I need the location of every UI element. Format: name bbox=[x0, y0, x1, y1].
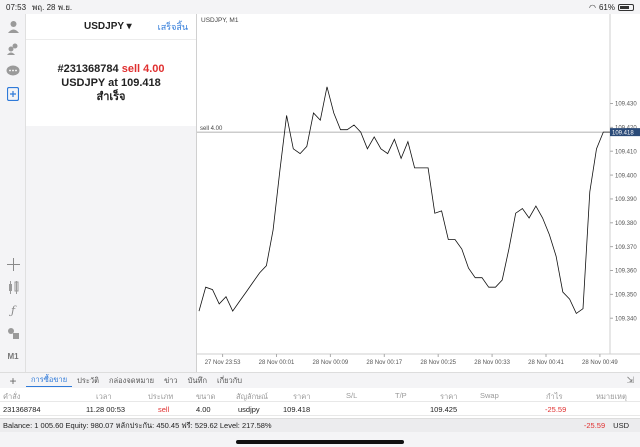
cell-volume: 4.00 bbox=[196, 405, 211, 414]
cell-order: 231368784 bbox=[3, 405, 41, 414]
trade-price-line: USDJPY at 109.418 bbox=[26, 76, 196, 90]
y-tick-label: 109.340 bbox=[615, 316, 637, 322]
trade-price-prefix: USDJPY at bbox=[61, 77, 118, 89]
accounts-icon[interactable] bbox=[5, 40, 21, 56]
done-button[interactable]: เสร็จสิ้น bbox=[158, 20, 188, 34]
x-tick-label: 28 Nov 00:41 bbox=[528, 360, 564, 366]
battery-percent: 61% bbox=[598, 2, 615, 12]
add-icon[interactable]: + bbox=[0, 374, 26, 388]
orders-table: คำสั่ง เวลา ประเภท ขนาด สัญลักษณ์ ราคา S… bbox=[0, 388, 640, 418]
tab-mailbox[interactable]: กล่องจดหมาย bbox=[104, 375, 159, 387]
indicators-icon[interactable] bbox=[5, 279, 21, 295]
resize-panel-icon[interactable]: ⇲ bbox=[626, 375, 634, 386]
wifi-icon: ◠ bbox=[589, 2, 596, 12]
table-header: คำสั่ง เวลา ประเภท ขนาด สัญลักษณ์ ราคา S… bbox=[0, 388, 640, 402]
tab-journal[interactable]: บันทึก bbox=[183, 375, 212, 387]
trade-result-panel: USDJPY ▾ เสร็จสิ้น #231368784 sell 4.00 … bbox=[26, 14, 196, 126]
x-tick-label: 28 Nov 00:25 bbox=[420, 360, 456, 366]
trade-result-body: #231368784 sell 4.00 USDJPY at 109.418 ส… bbox=[26, 40, 196, 104]
x-tick-label: 28 Nov 00:33 bbox=[474, 360, 510, 366]
currency: USD bbox=[613, 421, 629, 430]
trade-panel-header: USDJPY ▾ เสร็จสิ้น bbox=[26, 14, 196, 40]
tab-news[interactable]: ข่าว bbox=[159, 375, 183, 387]
toolbox-tabs: + การซื้อขาย ประวัติ กล่องจดหมาย ข่าว บั… bbox=[0, 372, 640, 388]
balance-total: -25.59 USD bbox=[584, 421, 637, 430]
price-chart[interactable]: USDJPY, M1109.430109.420109.410109.40010… bbox=[196, 14, 640, 372]
y-tick-label: 109.390 bbox=[615, 197, 637, 203]
x-tick-label: 28 Nov 00:09 bbox=[313, 360, 349, 366]
new-order-icon[interactable] bbox=[5, 86, 21, 102]
chart-svg[interactable]: USDJPY, M1109.430109.420109.410109.40010… bbox=[197, 14, 640, 372]
left-toolbar: ƒ M1 bbox=[0, 14, 26, 372]
y-tick-label: 109.400 bbox=[615, 173, 637, 179]
trade-ticket-line: #231368784 sell 4.00 bbox=[26, 62, 196, 76]
y-tick-label: 109.360 bbox=[615, 269, 637, 275]
objects-icon[interactable] bbox=[5, 325, 21, 341]
cell-profit: -25.59 bbox=[545, 405, 567, 414]
symbol-selector[interactable]: USDJPY ▾ bbox=[34, 21, 158, 32]
cell-type: sell bbox=[158, 405, 170, 414]
y-tick-label: 109.410 bbox=[615, 149, 637, 155]
trade-price: 109.418 bbox=[120, 77, 161, 89]
x-tick-label: 28 Nov 00:49 bbox=[582, 360, 618, 366]
x-tick-label: 28 Nov 00:17 bbox=[366, 360, 402, 366]
home-indicator bbox=[236, 440, 404, 444]
status-date: พฤ. 28 พ.ย. bbox=[32, 2, 73, 12]
y-tick-label: 109.430 bbox=[615, 102, 637, 108]
battery-icon bbox=[618, 3, 634, 11]
tab-history[interactable]: ประวัติ bbox=[72, 375, 104, 387]
y-tick-label: 109.350 bbox=[615, 293, 637, 299]
status-bar: 07:53 พฤ. 28 พ.ย. ◠ 61% bbox=[0, 0, 640, 14]
price-series-line bbox=[198, 86, 610, 315]
tab-trade[interactable]: การซื้อขาย bbox=[26, 374, 73, 387]
cell-symbol: usdjpy bbox=[238, 405, 260, 414]
y-tick-label: 109.370 bbox=[615, 245, 637, 251]
trade-ticket: #231368784 bbox=[57, 63, 119, 75]
x-tick-label: 28 Nov 00:01 bbox=[259, 360, 295, 366]
function-icon[interactable]: ƒ bbox=[5, 302, 21, 318]
col-swap: Swap bbox=[480, 391, 499, 400]
y-tick-label: 109.380 bbox=[615, 221, 637, 227]
chart-title: USDJPY, M1 bbox=[201, 17, 239, 24]
col-sl: S/L bbox=[346, 391, 358, 400]
status-time: 07:53 bbox=[6, 2, 27, 12]
trade-result-status: สำเร็จ bbox=[96, 91, 126, 103]
x-tick-label: 27 Nov 23:53 bbox=[205, 360, 241, 366]
timeframe-button[interactable]: M1 bbox=[5, 348, 21, 364]
sell-level-label: sell 4.00 bbox=[200, 126, 223, 132]
current-price-label: 109.418 bbox=[612, 130, 634, 136]
status-right: ◠ 61% bbox=[589, 3, 634, 12]
crosshair-icon[interactable] bbox=[5, 256, 21, 272]
balance-bar: Balance: 1 005.60 Equity: 980.07 หลักประ… bbox=[0, 418, 640, 432]
total-profit: -25.59 bbox=[583, 421, 606, 430]
user-icon[interactable] bbox=[5, 18, 21, 34]
cell-current-price: 109.425 bbox=[430, 405, 458, 414]
col-tp: T/P bbox=[395, 391, 407, 400]
trade-action: sell 4.00 bbox=[121, 63, 165, 75]
balance-summary: Balance: 1 005.60 Equity: 980.07 หลักประ… bbox=[3, 420, 272, 430]
cell-time: 11.28 00:53 bbox=[86, 405, 126, 414]
tab-about[interactable]: เกี่ยวกับ bbox=[212, 375, 247, 387]
table-row[interactable]: 231368784 11.28 00:53 sell 4.00 usdjpy 1… bbox=[0, 402, 640, 416]
chat-icon[interactable] bbox=[5, 63, 21, 79]
cell-price: 109.418 bbox=[283, 405, 311, 414]
